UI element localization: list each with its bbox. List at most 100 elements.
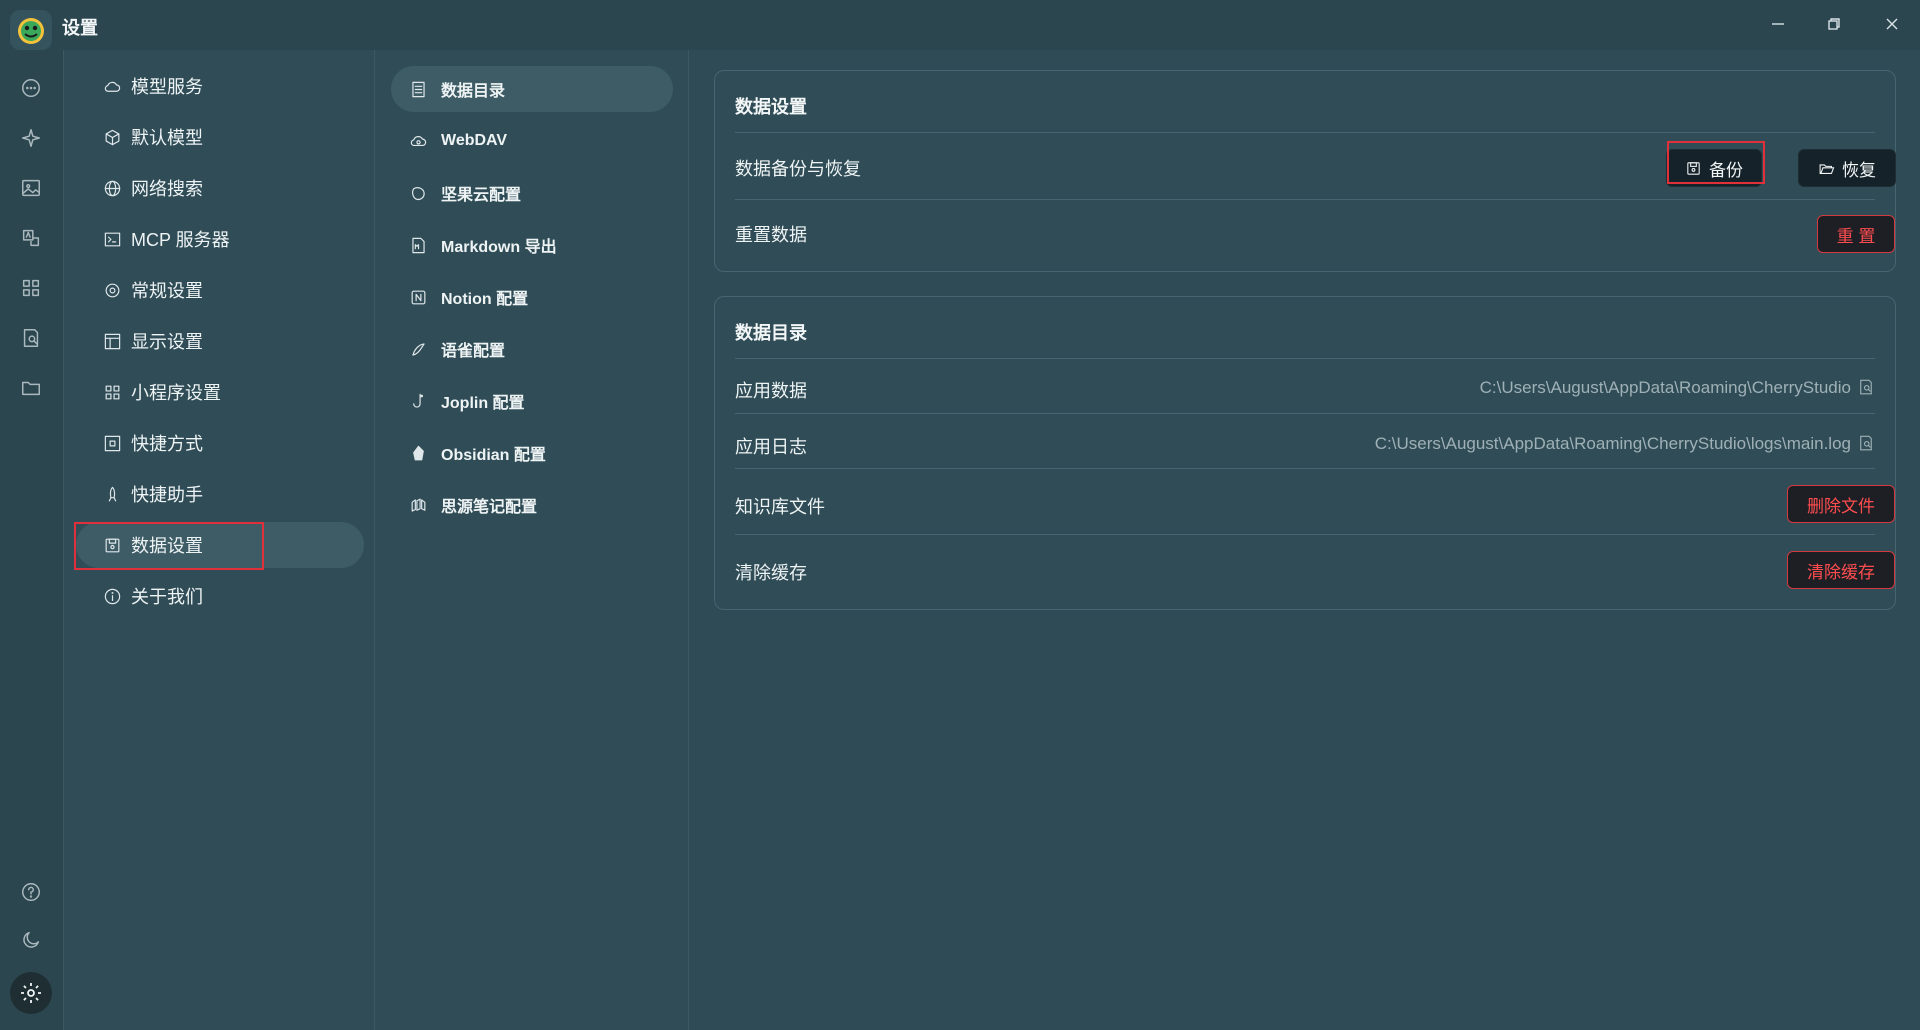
moon-icon[interactable] <box>15 924 47 956</box>
menu-item-shortcuts[interactable]: 快捷方式 <box>76 420 364 466</box>
menu-item-label: 常规设置 <box>131 281 203 301</box>
menu-item-mcp-server[interactable]: MCP 服务器 <box>76 216 364 262</box>
menu-item-display[interactable]: 显示设置 <box>76 318 364 364</box>
menu-item-label: 模型服务 <box>131 77 203 97</box>
app-data-path: C:\Users\August\AppData\Roaming\CherrySt… <box>1479 378 1851 397</box>
menu-item-label: 小程序设置 <box>131 383 221 403</box>
submenu-item-label: 语雀配置 <box>441 343 506 360</box>
clear-cache-label: 清除缓存 <box>735 563 807 583</box>
icon-rail <box>0 50 63 1030</box>
clear-cache-button[interactable]: 清除缓存 <box>1787 551 1895 589</box>
menu-item-label: 显示设置 <box>131 332 203 352</box>
nut-icon <box>407 182 429 204</box>
submenu-item-data-dir[interactable]: 数据目录 <box>391 66 673 112</box>
sparkle-icon[interactable] <box>15 122 47 154</box>
submenu-item-label: 坚果云配置 <box>441 187 522 204</box>
layout-icon <box>102 331 122 351</box>
menu-item-label: 快捷助手 <box>131 485 203 505</box>
settings-icon[interactable] <box>10 972 52 1014</box>
menu-item-quick-assistant[interactable]: 快捷助手 <box>76 471 364 517</box>
highlight-box <box>1667 141 1765 184</box>
maximize-button[interactable] <box>1814 8 1854 40</box>
menu-item-label: 网络搜索 <box>131 179 203 199</box>
folder-icon[interactable] <box>15 372 47 404</box>
menu-item-label: 关于我们 <box>131 587 203 607</box>
close-button[interactable] <box>1872 8 1912 40</box>
menu-item-web-search[interactable]: 网络搜索 <box>76 165 364 211</box>
notion-icon <box>407 286 429 308</box>
knowledge-icon[interactable] <box>15 322 47 354</box>
apps-icon[interactable] <box>15 272 47 304</box>
restore-button-label: 恢复 <box>1842 160 1876 180</box>
help-icon[interactable] <box>15 876 47 908</box>
submenu-item-label: WebDAV <box>441 132 508 149</box>
minimize-button[interactable] <box>1758 8 1798 40</box>
submenu-item-label: Notion 配置 <box>441 291 529 308</box>
divider <box>735 358 1875 359</box>
reset-data-label: 重置数据 <box>735 225 807 245</box>
app-data-label: 应用数据 <box>735 381 807 401</box>
delete-files-button[interactable]: 删除文件 <box>1787 485 1895 523</box>
data-directory-card: 数据目录 应用数据 C:\Users\August\AppData\Roamin… <box>714 296 1896 610</box>
divider <box>735 413 1875 414</box>
submenu-item-label: Obsidian 配置 <box>441 447 546 464</box>
joplin-icon <box>407 390 429 412</box>
open-folder-icon[interactable] <box>1857 378 1875 396</box>
submenu-item-webdav[interactable]: WebDAV <box>391 118 673 164</box>
window-title: 设置 <box>62 18 98 38</box>
command-icon <box>102 433 122 453</box>
knowledge-files-label: 知识库文件 <box>735 497 825 517</box>
menu-item-default-model[interactable]: 默认模型 <box>76 114 364 160</box>
submenu-item-label: Joplin 配置 <box>441 395 525 412</box>
menu-item-general[interactable]: 常规设置 <box>76 267 364 313</box>
menu-item-label: 快捷方式 <box>131 434 203 454</box>
submenu-item-joplin[interactable]: Joplin 配置 <box>391 378 673 424</box>
data-submenu: 数据目录 WebDAV 坚果云配置 Markdown 导出 Notion 配置 … <box>375 50 689 1030</box>
submenu-item-nutstore[interactable]: 坚果云配置 <box>391 170 673 216</box>
info-icon <box>102 586 122 606</box>
clear-cache-button-label: 清除缓存 <box>1807 562 1875 582</box>
backup-restore-label: 数据备份与恢复 <box>735 159 861 179</box>
menu-item-label: MCP 服务器 <box>131 230 230 250</box>
obsidian-icon <box>407 442 429 464</box>
divider <box>735 468 1875 469</box>
app-logo <box>10 10 52 50</box>
reset-button[interactable]: 重 置 <box>1817 215 1895 253</box>
submenu-item-yuque[interactable]: 语雀配置 <box>391 326 673 372</box>
restore-button[interactable]: 恢复 <box>1798 149 1896 187</box>
reset-button-label: 重 置 <box>1836 226 1876 246</box>
submenu-item-label: 思源笔记配置 <box>441 499 538 516</box>
submenu-item-label: Markdown 导出 <box>441 239 557 256</box>
cloud-sync-icon <box>407 130 429 152</box>
translate-icon[interactable] <box>15 222 47 254</box>
submenu-item-siyuan[interactable]: 思源笔记配置 <box>391 482 673 528</box>
submenu-item-obsidian[interactable]: Obsidian 配置 <box>391 430 673 476</box>
menu-item-model-service[interactable]: 模型服务 <box>76 63 364 109</box>
image-icon[interactable] <box>15 172 47 204</box>
divider <box>735 199 1875 200</box>
card-title: 数据设置 <box>735 97 807 117</box>
rocket-icon <box>102 484 122 504</box>
app-log-path: C:\Users\August\AppData\Roaming\CherrySt… <box>1374 434 1851 453</box>
open-log-icon[interactable] <box>1857 434 1875 452</box>
title-bar: 设置 <box>0 0 1920 50</box>
card-title: 数据目录 <box>735 323 807 343</box>
gear-icon <box>102 280 122 300</box>
menu-item-about[interactable]: 关于我们 <box>76 573 364 619</box>
markdown-icon <box>407 234 429 256</box>
submenu-item-notion[interactable]: Notion 配置 <box>391 274 673 320</box>
highlight-box <box>74 522 264 570</box>
cloud-icon <box>102 76 122 96</box>
menu-item-mini-apps[interactable]: 小程序设置 <box>76 369 364 415</box>
folder-open-icon <box>1819 163 1835 174</box>
app-log-label: 应用日志 <box>735 437 807 457</box>
main-content: 数据设置 数据备份与恢复 备份 恢复 重置数据 重 置 数据目录 应用数据 C:… <box>689 50 1920 1030</box>
submenu-item-markdown[interactable]: Markdown 导出 <box>391 222 673 268</box>
yuque-icon <box>407 338 429 360</box>
divider <box>735 132 1875 133</box>
document-icon <box>407 78 429 100</box>
submenu-item-label: 数据目录 <box>441 83 506 100</box>
grid-icon <box>102 382 122 402</box>
divider <box>735 534 1875 535</box>
chat-icon[interactable] <box>15 72 47 104</box>
